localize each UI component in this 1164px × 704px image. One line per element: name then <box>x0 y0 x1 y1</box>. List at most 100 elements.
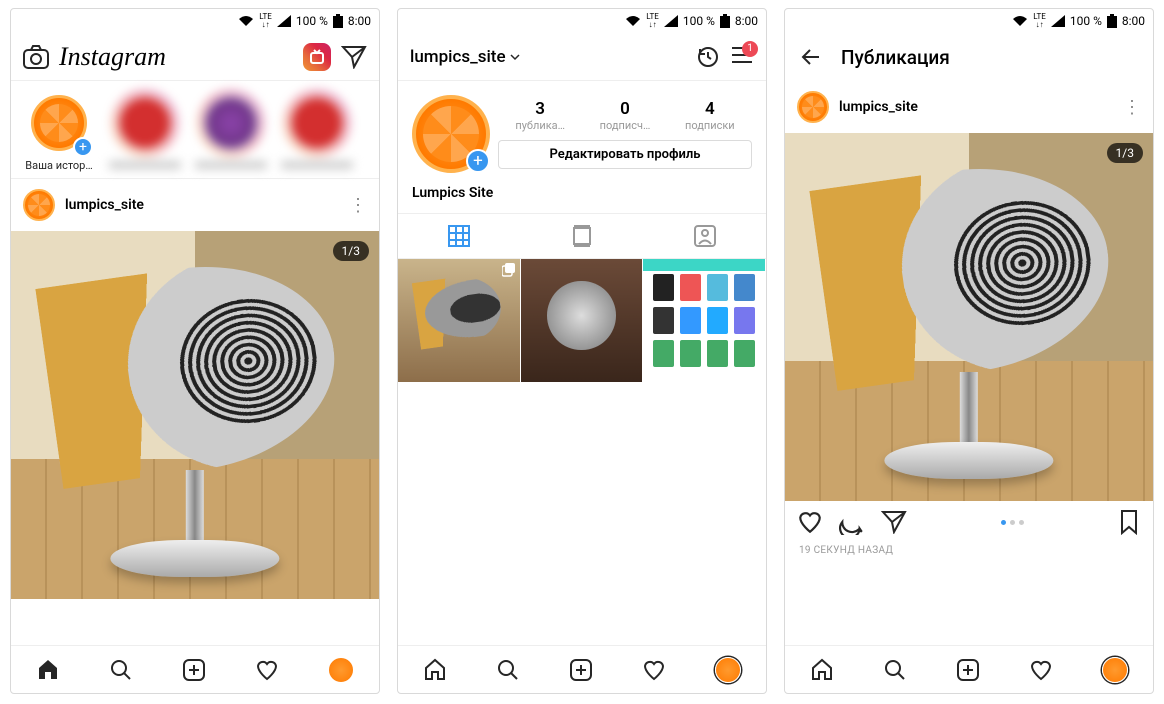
archive-icon[interactable] <box>696 45 720 69</box>
display-name: Lumpics Site <box>398 181 766 213</box>
profile-tabs <box>398 213 766 259</box>
battery-icon <box>1107 14 1117 28</box>
nav-home-icon[interactable] <box>810 658 834 682</box>
signal-icon <box>277 15 291 27</box>
signal-icon <box>664 15 678 27</box>
post-username[interactable]: lumpics_site <box>65 197 339 213</box>
nav-add-icon[interactable] <box>956 658 980 682</box>
nav-profile-icon[interactable] <box>715 657 741 683</box>
bottom-nav <box>785 645 1153 693</box>
signal-icon <box>1051 15 1065 27</box>
screen-publication: LTE↓↑ 100 % 8:00 Публикация lumpics_site… <box>784 8 1154 694</box>
post-avatar[interactable] <box>23 189 55 221</box>
your-story[interactable]: + Ваша истор… <box>23 91 95 172</box>
nav-home-icon[interactable] <box>423 658 447 682</box>
grid-post[interactable] <box>521 259 644 382</box>
direct-icon[interactable] <box>341 45 367 69</box>
tab-tagged[interactable] <box>643 214 766 258</box>
stat-posts[interactable]: 3публика… <box>515 99 565 132</box>
story-item[interactable] <box>109 91 181 172</box>
wifi-icon <box>625 15 641 27</box>
clock: 8:00 <box>1122 14 1145 28</box>
wifi-icon <box>1012 15 1028 27</box>
carousel-indicator: 1/3 <box>333 241 369 261</box>
add-story-icon: + <box>73 137 93 157</box>
post-avatar[interactable] <box>797 91 829 123</box>
timestamp: 19 СЕКУНД НАЗАД <box>785 543 1153 566</box>
post-header: lumpics_site ⋮ <box>11 179 379 231</box>
posts-grid <box>398 259 766 382</box>
post-actions <box>785 501 1153 543</box>
post-image[interactable]: 1/3 <box>11 231 379 599</box>
nav-search-icon[interactable] <box>109 658 133 682</box>
nav-heart-icon[interactable] <box>1029 658 1053 682</box>
nav-search-icon[interactable] <box>883 658 907 682</box>
battery-percent: 100 % <box>683 14 715 28</box>
battery-icon <box>720 14 730 28</box>
nav-add-icon[interactable] <box>182 658 206 682</box>
menu-button[interactable]: 1 <box>730 45 754 69</box>
battery-percent: 100 % <box>1070 14 1102 28</box>
page-title: Публикация <box>841 46 950 69</box>
bookmark-icon[interactable] <box>1117 509 1141 535</box>
lte-indicator: LTE↓↑ <box>1033 13 1046 29</box>
tagged-icon <box>693 224 717 248</box>
story-item[interactable] <box>195 91 267 172</box>
carousel-indicator: 1/3 <box>1107 143 1143 163</box>
profile-header: lumpics_site 1 <box>398 33 766 81</box>
status-bar: LTE↓↑ 100 % 8:00 <box>398 9 766 33</box>
post-options-icon[interactable]: ⋮ <box>1123 97 1141 118</box>
post-username[interactable]: lumpics_site <box>839 99 1113 115</box>
post-header: lumpics_site ⋮ <box>785 81 1153 133</box>
grid-post[interactable] <box>643 259 766 382</box>
nav-search-icon[interactable] <box>496 658 520 682</box>
nav-heart-icon[interactable] <box>255 658 279 682</box>
feed-view-icon <box>570 224 594 248</box>
battery-percent: 100 % <box>296 14 328 28</box>
lte-indicator: LTE↓↑ <box>646 13 659 29</box>
share-icon[interactable] <box>881 510 907 534</box>
edit-profile-button[interactable]: Редактировать профиль <box>498 140 752 169</box>
stories-row: + Ваша истор… <box>11 81 379 179</box>
wifi-icon <box>238 15 254 27</box>
lte-indicator: LTE↓↑ <box>259 13 272 29</box>
stat-followers[interactable]: 0подписч… <box>600 99 651 132</box>
post-options-icon[interactable]: ⋮ <box>349 195 367 216</box>
nav-add-icon[interactable] <box>569 658 593 682</box>
tab-grid[interactable] <box>398 214 521 258</box>
camera-icon[interactable] <box>23 45 49 69</box>
nav-home-icon[interactable] <box>36 658 60 682</box>
nav-profile-icon[interactable] <box>1102 657 1128 683</box>
nav-profile-icon[interactable] <box>328 657 354 683</box>
notification-badge: 1 <box>742 41 758 57</box>
carousel-dots <box>1001 520 1024 525</box>
bottom-nav <box>398 645 766 693</box>
multi-photo-icon <box>502 263 516 277</box>
clock: 8:00 <box>348 14 371 28</box>
back-arrow-icon[interactable] <box>799 45 823 69</box>
story-item[interactable] <box>281 91 353 172</box>
profile-avatar[interactable]: + <box>412 95 490 173</box>
screen-feed: LTE↓↑ 100 % 8:00 Instagram + Ваша истор… <box>10 8 380 694</box>
grid-icon <box>447 224 471 248</box>
chevron-down-icon <box>510 52 520 62</box>
publication-header: Публикация <box>785 33 1153 81</box>
post-image[interactable]: 1/3 <box>785 133 1153 501</box>
bottom-nav <box>11 645 379 693</box>
username-dropdown[interactable]: lumpics_site <box>410 47 520 67</box>
battery-icon <box>333 14 343 28</box>
feed-header: Instagram <box>11 33 379 81</box>
nav-heart-icon[interactable] <box>642 658 666 682</box>
profile-top: + 3публика… 0подписч… 4подписки Редактир… <box>398 81 766 181</box>
add-story-icon: + <box>466 149 490 173</box>
like-icon[interactable] <box>797 509 823 535</box>
tab-feed[interactable] <box>521 214 644 258</box>
status-bar: LTE↓↑ 100 % 8:00 <box>11 9 379 33</box>
comment-icon[interactable] <box>839 509 865 535</box>
grid-post[interactable] <box>398 259 521 382</box>
instagram-logo: Instagram <box>59 42 166 72</box>
stat-following[interactable]: 4подписки <box>685 99 735 132</box>
igtv-icon[interactable] <box>303 43 331 71</box>
screen-profile: LTE↓↑ 100 % 8:00 lumpics_site 1 + 3публи… <box>397 8 767 694</box>
clock: 8:00 <box>735 14 758 28</box>
